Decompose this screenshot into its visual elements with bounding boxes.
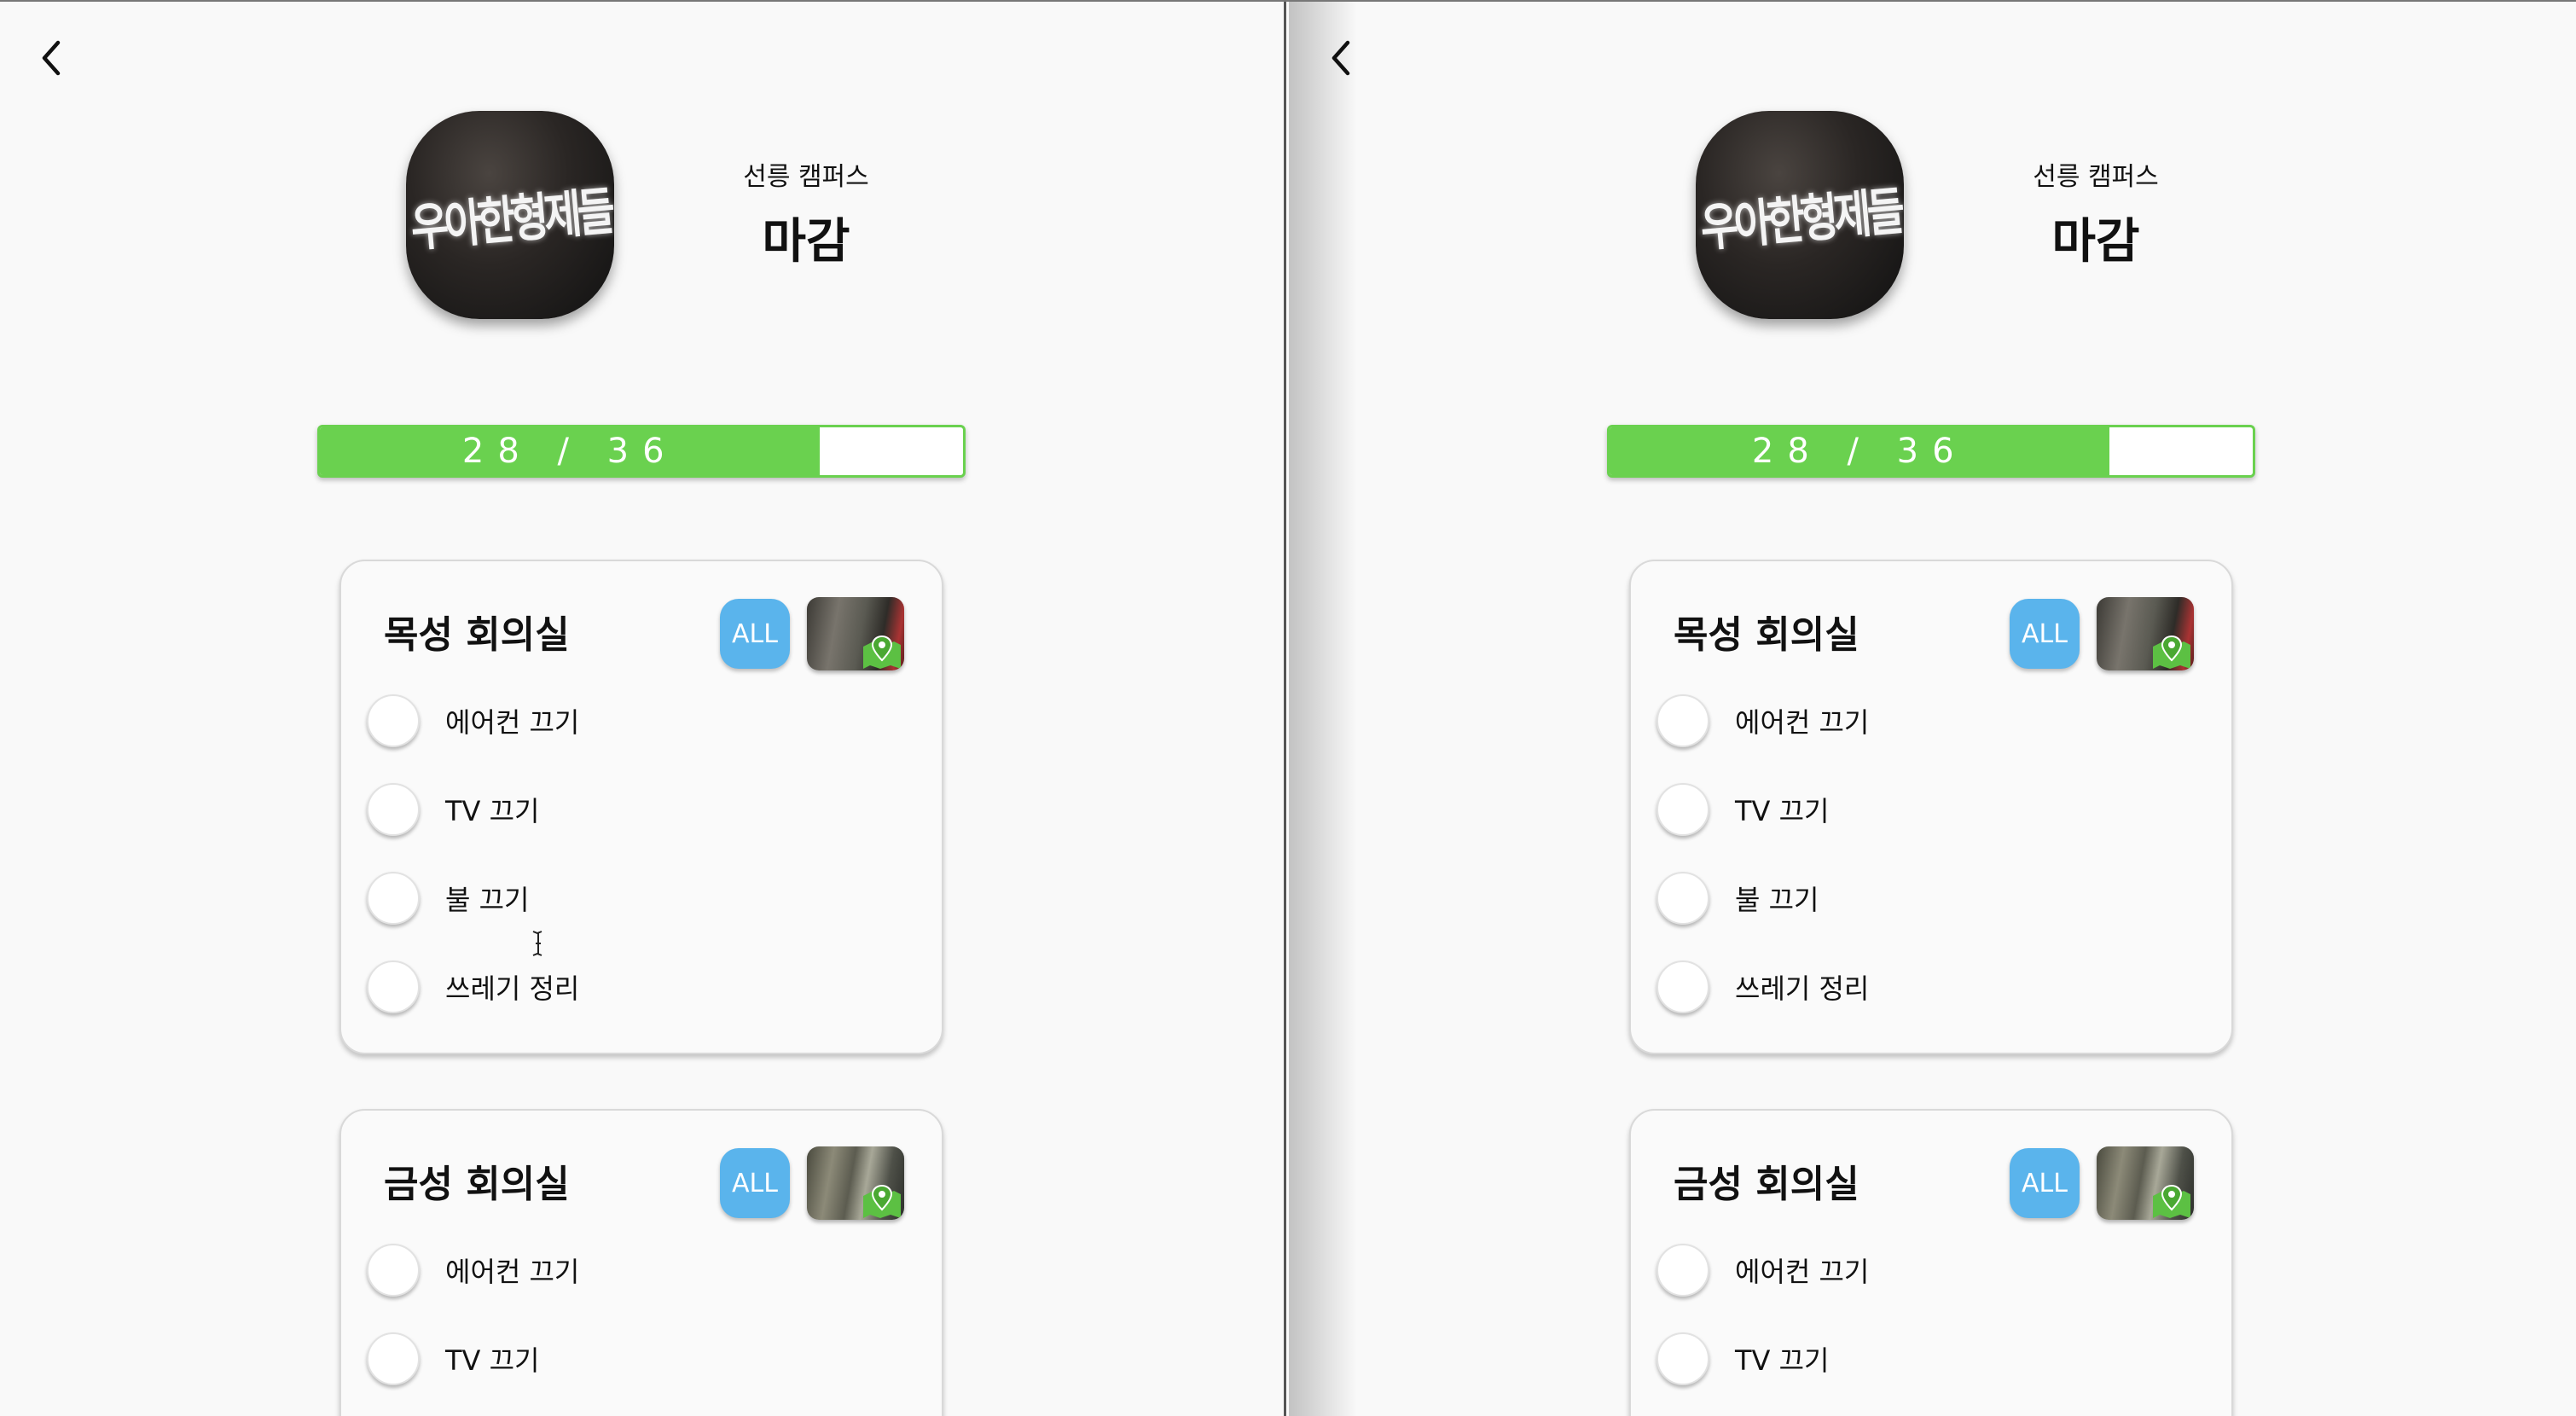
- task-item[interactable]: 불 끄기: [367, 870, 879, 926]
- progress-bar: 28 / 36: [317, 425, 966, 478]
- room-photo-button[interactable]: [2097, 597, 2194, 670]
- all-button[interactable]: ALL: [720, 599, 790, 669]
- progress-label: 28 / 36: [461, 432, 678, 471]
- task-label: TV 끄기: [445, 1344, 540, 1377]
- campus-logo: 우아한형제들: [1696, 111, 1904, 319]
- task-checkbox[interactable]: [367, 783, 420, 836]
- status-title: 마감: [762, 214, 850, 270]
- task-label: 불 끄기: [445, 884, 530, 916]
- room-title: 금성 회의실: [1674, 1163, 1859, 1206]
- map-pin-icon: [860, 635, 904, 670]
- room-card: 금성 회의실 ALL 에어컨 끄기 TV 끄기: [339, 1109, 943, 1416]
- progress-label: 28 / 36: [1751, 432, 1968, 471]
- task-item[interactable]: 쓰레기 정리: [367, 959, 879, 1015]
- room-photo-button[interactable]: [807, 597, 904, 670]
- task-checkbox[interactable]: [1656, 694, 1709, 747]
- task-checkbox[interactable]: [1656, 960, 1709, 1013]
- task-checkbox[interactable]: [367, 1244, 420, 1297]
- task-checkbox[interactable]: [1656, 872, 1709, 925]
- progress-bar: 28 / 36: [1607, 425, 2255, 478]
- task-item[interactable]: TV 끄기: [367, 1331, 879, 1387]
- task-checkbox[interactable]: [367, 872, 420, 925]
- room-title: 목성 회의실: [384, 613, 570, 657]
- task-checkbox[interactable]: [1656, 1244, 1709, 1297]
- task-item[interactable]: 에어컨 끄기: [1656, 1242, 2168, 1298]
- task-label: 불 끄기: [1735, 884, 1819, 916]
- task-label: TV 끄기: [445, 795, 540, 827]
- task-label: 에어컨 끄기: [445, 1256, 580, 1288]
- campus-logo: 우아한형제들: [406, 111, 614, 319]
- task-item[interactable]: 쓰레기 정리: [1656, 959, 2168, 1015]
- task-checkbox[interactable]: [1656, 783, 1709, 836]
- task-label: 에어컨 끄기: [1735, 1256, 1870, 1288]
- left-panel: 우아한형제들 선릉 캠퍼스 마감 28 / 36 목성 회의실 ALL 에어컨 …: [0, 2, 1286, 1416]
- task-item[interactable]: TV 끄기: [367, 781, 879, 838]
- task-item[interactable]: 에어컨 끄기: [1656, 693, 2168, 749]
- room-card: 목성 회의실 ALL 에어컨 끄기 TV 끄기 불 끄기 쓰레기 정리: [1629, 560, 2233, 1054]
- task-item[interactable]: 불 끄기: [1656, 870, 2168, 926]
- status-title: 마감: [2051, 214, 2140, 270]
- room-card: 금성 회의실 ALL 에어컨 끄기 TV 끄기: [1629, 1109, 2233, 1416]
- chevron-left-icon: [42, 40, 61, 76]
- all-button[interactable]: ALL: [720, 1148, 790, 1218]
- task-label: TV 끄기: [1735, 795, 1830, 827]
- logo-text: 우아한형제들: [408, 182, 613, 259]
- logo-text: 우아한형제들: [1697, 182, 1903, 259]
- task-label: TV 끄기: [1735, 1344, 1830, 1377]
- room-title: 목성 회의실: [1674, 613, 1859, 657]
- right-panel: 우아한형제들 선릉 캠퍼스 마감 28 / 36 목성 회의실 ALL 에어컨 …: [1290, 2, 2576, 1416]
- map-pin-icon: [860, 1184, 904, 1220]
- all-button[interactable]: ALL: [2010, 1148, 2080, 1218]
- map-pin-icon: [2150, 1184, 2194, 1220]
- task-checkbox[interactable]: [367, 1332, 420, 1385]
- campus-name: 선릉 캠퍼스: [2033, 162, 2159, 192]
- task-item[interactable]: TV 끄기: [1656, 1331, 2168, 1387]
- task-label: 에어컨 끄기: [1735, 706, 1870, 739]
- back-button[interactable]: [32, 36, 70, 80]
- task-label: 에어컨 끄기: [445, 706, 580, 739]
- screen: 우아한형제들 선릉 캠퍼스 마감 28 / 36 목성 회의실 ALL 에어컨 …: [0, 0, 2576, 1416]
- room-card: 목성 회의실 ALL 에어컨 끄기 TV 끄기 불 끄기 쓰레기 정리: [339, 560, 943, 1054]
- room-photo-button[interactable]: [807, 1146, 904, 1220]
- task-label: 쓰레기 정리: [1735, 972, 1870, 1005]
- task-checkbox[interactable]: [367, 960, 420, 1013]
- room-title: 금성 회의실: [384, 1163, 570, 1206]
- chevron-left-icon: [1332, 40, 1350, 76]
- all-button[interactable]: ALL: [2010, 599, 2080, 669]
- task-item[interactable]: 에어컨 끄기: [367, 693, 879, 749]
- campus-name: 선릉 캠퍼스: [743, 162, 869, 192]
- task-item[interactable]: TV 끄기: [1656, 781, 2168, 838]
- task-item[interactable]: 에어컨 끄기: [367, 1242, 879, 1298]
- text-cursor-icon: [532, 931, 542, 956]
- task-label: 쓰레기 정리: [445, 972, 580, 1005]
- back-button[interactable]: [1322, 36, 1360, 80]
- task-checkbox[interactable]: [1656, 1332, 1709, 1385]
- room-photo-button[interactable]: [2097, 1146, 2194, 1220]
- task-checkbox[interactable]: [367, 694, 420, 747]
- map-pin-icon: [2150, 635, 2194, 670]
